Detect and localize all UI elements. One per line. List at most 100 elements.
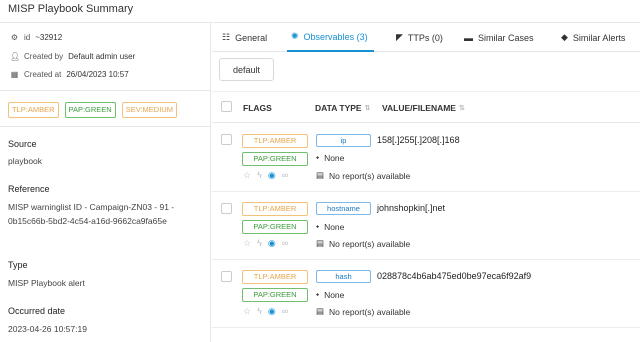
reports-value: No report(s) available	[329, 306, 411, 317]
observable-value[interactable]: johnshopkin[.]net	[377, 203, 445, 213]
created-by-label: Created by	[24, 52, 64, 61]
data-type-header-label: DATA TYPE	[315, 102, 362, 113]
id-value: ~32912	[35, 33, 63, 42]
sort-icon: ⇅	[364, 104, 371, 112]
report-icon: ▤	[316, 306, 325, 316]
gear-icon: ⚙	[10, 33, 19, 42]
ttp-icon: ◤	[396, 32, 403, 42]
created-by-row: 👤︎ Created by Default admin user	[10, 52, 135, 61]
row-checkbox[interactable]	[221, 271, 232, 282]
link-icon[interactable]: ∞	[282, 306, 288, 317]
tag-icon: ⬩	[316, 289, 320, 299]
eye-icon[interactable]: ◉	[268, 238, 276, 249]
tags-divider	[0, 126, 211, 127]
created-at-label: Created at	[24, 70, 62, 79]
select-all-checkbox[interactable]	[221, 101, 232, 112]
pap-tag: PAP:GREEN	[242, 220, 308, 234]
tab-similar-alerts-label: Similar Alerts	[572, 32, 626, 43]
star-icon[interactable]: ☆	[243, 306, 251, 317]
id-label: id	[24, 33, 31, 42]
observable-icon: ✺	[291, 31, 299, 41]
tab-general[interactable]: ☷ General	[222, 23, 267, 52]
sighted-icon[interactable]: ϟ	[257, 306, 262, 317]
created-at-row: ▦ Created at 26/04/2023 10:57	[10, 70, 129, 79]
tags-line: ⬩ None	[316, 221, 344, 232]
sighted-icon[interactable]: ϟ	[257, 238, 262, 249]
created-by-value: Default admin user	[68, 52, 136, 61]
eye-icon[interactable]: ◉	[268, 170, 276, 181]
tlp-tag: TLP:AMBER	[8, 102, 59, 118]
data-type-badge: hash	[316, 270, 371, 283]
source-value: playbook	[8, 156, 43, 166]
report-icon: ▤	[316, 238, 325, 248]
link-icon[interactable]: ∞	[282, 170, 288, 181]
reports-line: ▤ No report(s) available	[316, 238, 410, 249]
pap-tag: PAP:GREEN	[242, 288, 308, 302]
tab-ttps-label: TTPs (0)	[407, 32, 443, 43]
sighted-icon[interactable]: ϟ	[257, 170, 262, 181]
tags-line: ⬩ None	[316, 152, 344, 163]
reports-value: No report(s) available	[329, 238, 411, 249]
star-icon[interactable]: ☆	[243, 170, 251, 181]
pap-tag: PAP:GREEN	[64, 102, 116, 118]
tab-similar-alerts[interactable]: ◆ Similar Alerts	[561, 23, 625, 52]
type-value: MISP Playbook alert	[8, 278, 85, 288]
tab-similar-cases-label: Similar Cases	[478, 32, 534, 43]
tag-icon: ⬩	[316, 152, 320, 162]
row-actions: ☆ ϟ ◉ ∞	[243, 170, 288, 181]
sliders-icon: ☷	[222, 32, 231, 42]
pap-tag: PAP:GREEN	[242, 152, 308, 166]
tags-value: None	[324, 221, 345, 232]
value-header-label: VALUE/FILENAME	[382, 102, 456, 113]
tags-value: None	[324, 152, 345, 163]
type-label: Type	[8, 260, 28, 270]
tags-row: TLP:AMBER PAP:GREEN SEV:MEDIUM	[8, 102, 177, 118]
occurred-date-value: 2023-04-26 10:57:19	[8, 324, 87, 334]
id-row: ⚙ id ~32912	[10, 33, 62, 42]
occurred-date-label: Occurred date	[8, 306, 66, 316]
tab-observables[interactable]: ✺ Observables (3)	[287, 23, 374, 52]
row-checkbox[interactable]	[221, 134, 232, 145]
data-type-column-header[interactable]: DATA TYPE ⇅	[315, 92, 370, 123]
page-title: MISP Playbook Summary	[8, 3, 134, 15]
star-icon[interactable]: ☆	[243, 238, 251, 249]
row-checkbox[interactable]	[221, 203, 232, 214]
eye-icon[interactable]: ◉	[268, 306, 276, 317]
flags-header-label: FLAGS	[243, 102, 272, 113]
observable-value[interactable]: 028878c4b6ab475ed0be97eca6f92af9	[377, 271, 531, 281]
reports-value: No report(s) available	[329, 170, 411, 181]
tab-ttps[interactable]: ◤ TTPs (0)	[396, 23, 443, 52]
created-at-value: 26/04/2023 10:57	[66, 70, 129, 79]
calendar-icon: ▦	[10, 70, 19, 79]
cases-icon: ▬	[464, 32, 473, 43]
link-icon[interactable]: ∞	[282, 238, 288, 249]
severity-tag: SEV:MEDIUM	[121, 102, 177, 118]
data-type-badge: ip	[316, 134, 371, 147]
row-actions: ☆ ϟ ◉ ∞	[243, 306, 288, 317]
value-column-header[interactable]: VALUE/FILENAME ⇅	[382, 92, 465, 123]
row-actions: ☆ ϟ ◉ ∞	[243, 238, 288, 249]
tags-line: ⬩ None	[316, 289, 344, 300]
reports-line: ▤ No report(s) available	[316, 306, 410, 317]
observable-value[interactable]: 158[.]255[.]208[.]168	[377, 135, 460, 145]
alert-summary-page: MISP Playbook Summary ⚙ id ~32912 👤︎ Cre…	[0, 0, 640, 342]
default-filter-button[interactable]: default	[219, 58, 274, 81]
tlp-tag: TLP:AMBER	[242, 270, 308, 284]
tlp-tag: TLP:AMBER	[242, 202, 308, 216]
source-label: Source	[8, 139, 37, 149]
reports-line: ▤ No report(s) available	[316, 170, 410, 181]
tab-general-label: General	[235, 32, 268, 43]
tag-icon: ⬩	[316, 221, 320, 231]
report-icon: ▤	[316, 170, 325, 180]
tlp-tag: TLP:AMBER	[242, 134, 308, 148]
user-icon: 👤︎	[10, 52, 21, 61]
tags-value: None	[324, 289, 345, 300]
reference-label: Reference	[8, 184, 50, 194]
tab-similar-cases[interactable]: ▬ Similar Cases	[464, 23, 534, 52]
meta-divider	[0, 90, 211, 91]
tab-observables-label: Observables (3)	[303, 31, 368, 42]
sort-icon: ⇅	[458, 104, 465, 112]
data-type-badge: hostname	[316, 202, 371, 215]
alerts-icon: ◆	[561, 32, 568, 42]
flags-column-header: FLAGS	[243, 92, 272, 123]
